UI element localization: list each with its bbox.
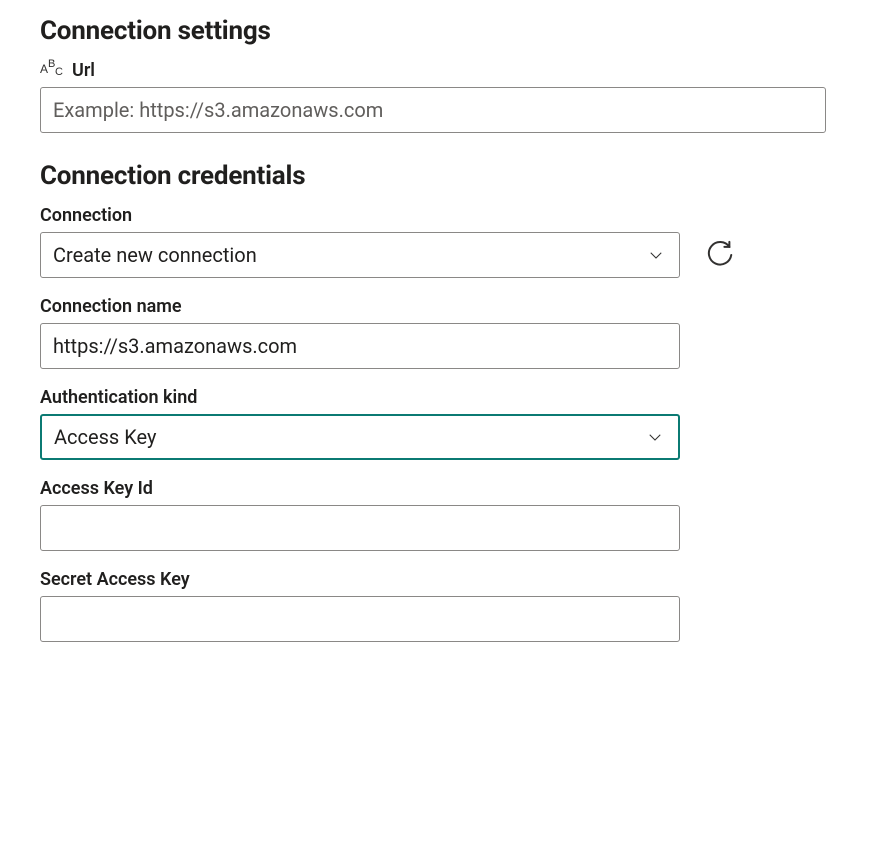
connection-name-label: Connection name bbox=[40, 296, 182, 317]
connection-name-field: Connection name bbox=[40, 296, 835, 369]
secret-access-key-input[interactable] bbox=[40, 596, 680, 642]
connection-settings-title: Connection settings bbox=[40, 16, 835, 46]
refresh-button[interactable] bbox=[702, 237, 738, 273]
url-input[interactable] bbox=[40, 87, 826, 133]
chevron-down-icon bbox=[645, 244, 667, 266]
connection-dropdown[interactable]: Create new connection bbox=[40, 232, 680, 278]
refresh-icon bbox=[705, 240, 735, 270]
access-key-id-input[interactable] bbox=[40, 505, 680, 551]
connection-field: Connection Create new connection bbox=[40, 205, 835, 278]
url-field: ABC Url bbox=[40, 60, 835, 133]
access-key-id-field: Access Key Id bbox=[40, 478, 835, 551]
connection-label: Connection bbox=[40, 205, 132, 226]
secret-access-key-field: Secret Access Key bbox=[40, 569, 835, 642]
connection-dropdown-value: Create new connection bbox=[53, 243, 645, 267]
auth-kind-dropdown[interactable]: Access Key bbox=[40, 414, 680, 460]
connection-settings-section: Connection settings ABC Url bbox=[40, 16, 835, 133]
connection-credentials-title: Connection credentials bbox=[40, 161, 835, 191]
auth-kind-dropdown-value: Access Key bbox=[54, 425, 644, 449]
auth-kind-field: Authentication kind Access Key bbox=[40, 387, 835, 460]
access-key-id-label: Access Key Id bbox=[40, 478, 153, 499]
chevron-down-icon bbox=[644, 426, 666, 448]
text-type-icon: ABC bbox=[40, 61, 66, 81]
url-label: Url bbox=[72, 60, 95, 81]
connection-credentials-section: Connection credentials Connection Create… bbox=[40, 161, 835, 642]
secret-access-key-label: Secret Access Key bbox=[40, 569, 190, 590]
auth-kind-label: Authentication kind bbox=[40, 387, 197, 408]
connection-name-input[interactable] bbox=[40, 323, 680, 369]
